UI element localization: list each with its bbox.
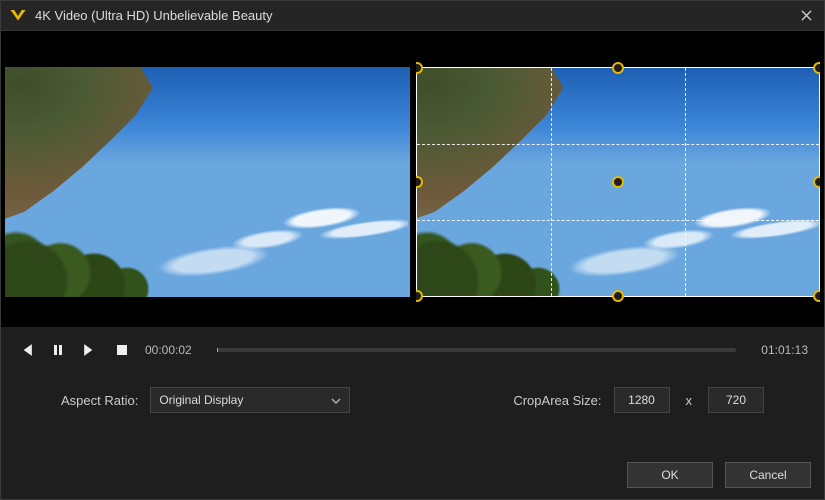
close-button[interactable]	[796, 6, 816, 26]
app-logo-icon	[9, 7, 27, 25]
preview-crop[interactable]	[416, 35, 821, 327]
aspect-ratio-value: Original Display	[159, 393, 243, 407]
stop-button[interactable]	[113, 341, 131, 359]
aspect-ratio-label: Aspect Ratio:	[61, 393, 138, 408]
cancel-button-label: Cancel	[749, 468, 786, 482]
aspect-ratio-group: Aspect Ratio: Original Display	[61, 387, 350, 413]
crop-handle-s[interactable]	[612, 290, 624, 302]
crop-handle-e[interactable]	[813, 176, 820, 188]
crop-handle-w[interactable]	[416, 176, 423, 188]
dimension-separator: x	[682, 393, 697, 408]
crop-width-value: 1280	[628, 393, 655, 407]
video-frame-original	[5, 67, 410, 297]
crop-handle-ne[interactable]	[813, 62, 820, 74]
preview-area	[1, 31, 824, 327]
total-time: 01:01:13	[750, 343, 808, 357]
prev-frame-button[interactable]	[17, 341, 35, 359]
crop-width-input[interactable]: 1280	[614, 387, 670, 413]
dialog-footer: OK Cancel	[627, 462, 811, 488]
window-title: 4K Video (Ultra HD) Unbelievable Beauty	[35, 8, 796, 23]
crop-height-input[interactable]: 720	[708, 387, 764, 413]
crop-handle-center[interactable]	[612, 176, 624, 188]
ok-button[interactable]: OK	[627, 462, 713, 488]
cancel-button[interactable]: Cancel	[725, 462, 811, 488]
seek-progress	[217, 348, 218, 352]
next-frame-button[interactable]	[81, 341, 99, 359]
crop-handle-nw[interactable]	[416, 62, 423, 74]
pause-button[interactable]	[49, 341, 67, 359]
crop-handle-n[interactable]	[612, 62, 624, 74]
aspect-ratio-select[interactable]: Original Display	[150, 387, 350, 413]
player-controls: 00:00:02 01:01:13	[1, 327, 824, 369]
crop-height-value: 720	[726, 393, 746, 407]
crop-size-group: CropArea Size: 1280 x 720	[513, 387, 764, 413]
seek-bar[interactable]	[217, 348, 736, 352]
ok-button-label: OK	[661, 468, 678, 482]
chevron-down-icon	[331, 393, 341, 407]
video-frame-crop	[416, 67, 821, 297]
crop-handle-sw[interactable]	[416, 290, 423, 302]
preview-original	[5, 35, 410, 327]
crop-handle-se[interactable]	[813, 290, 820, 302]
crop-size-label: CropArea Size:	[513, 393, 601, 408]
crop-rectangle[interactable]	[416, 67, 821, 297]
settings-row: Aspect Ratio: Original Display CropArea …	[1, 369, 824, 413]
current-time: 00:00:02	[145, 343, 203, 357]
titlebar: 4K Video (Ultra HD) Unbelievable Beauty	[1, 1, 824, 31]
